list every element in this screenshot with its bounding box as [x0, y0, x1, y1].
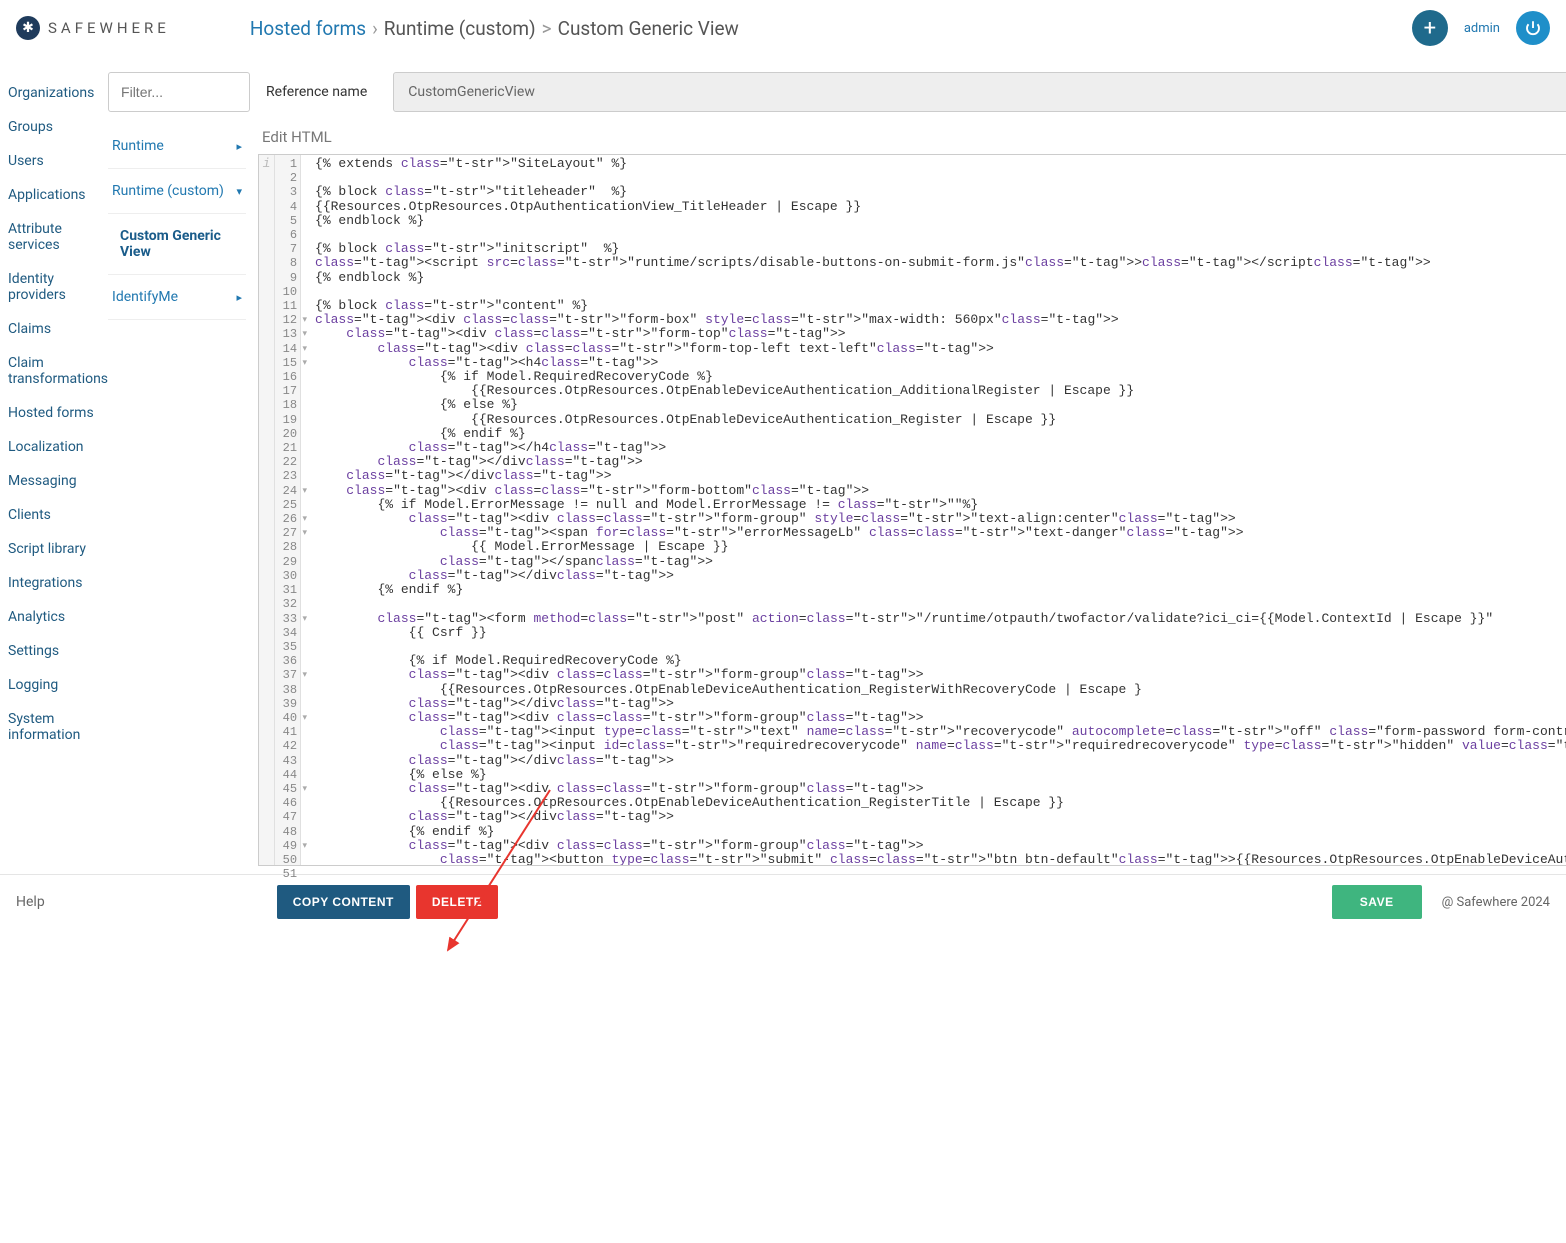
tree: Runtime ▸ Runtime (custom) ▾ Custom Generic …	[108, 124, 258, 866]
chevron-right-icon: ▸	[237, 140, 243, 153]
power-icon	[1524, 19, 1542, 37]
editor-pane: Edit HTML Preview on Computer i 12345678…	[258, 124, 1566, 866]
breadcrumb-leaf: Custom Generic View	[558, 17, 739, 40]
sidebar-item-integrations[interactable]: Integrations	[8, 566, 108, 600]
chevron-right-icon: ▸	[237, 291, 243, 304]
top-row: Reference name CustomGenericView	[108, 56, 1566, 124]
breadcrumb-root[interactable]: Hosted forms	[250, 17, 366, 40]
admin-label[interactable]: admin	[1464, 21, 1500, 36]
footer-buttons: COPY CONTENT DELETE	[277, 885, 498, 919]
tree-item-custom-generic-view[interactable]: Custom Generic View	[108, 214, 246, 275]
content: Reference name CustomGenericView Runtime…	[108, 56, 1566, 866]
tree-item-runtime-custom-[interactable]: Runtime (custom) ▾	[108, 169, 246, 214]
save-button[interactable]: SAVE	[1332, 885, 1422, 919]
tree-item-label: IdentifyMe	[112, 289, 178, 305]
copy-content-button[interactable]: COPY CONTENT	[277, 885, 410, 919]
code-area[interactable]: {% extends class="t-str">"SiteLayout" %}…	[301, 155, 1566, 865]
tree-item-label: Runtime	[112, 138, 164, 154]
breadcrumb-mid: Runtime (custom)	[384, 17, 536, 40]
logo: ✱ SAFEWHERE	[16, 16, 170, 40]
sidebar-item-applications[interactable]: Applications	[8, 178, 108, 212]
help-link[interactable]: Help	[16, 894, 45, 910]
sidebar-item-localization[interactable]: Localization	[8, 430, 108, 464]
sidebar-item-users[interactable]: Users	[8, 144, 108, 178]
breadcrumb: Hosted forms › Runtime (custom) > Custom…	[250, 17, 739, 40]
header: ✱ SAFEWHERE Hosted forms › Runtime (cust…	[0, 0, 1566, 56]
logo-text: SAFEWHERE	[48, 19, 170, 37]
main: OrganizationsGroupsUsersApplicationsAttr…	[0, 56, 1566, 866]
line-gutter: 1234567891011121314151617181920212223242…	[275, 155, 301, 865]
sidebar-item-analytics[interactable]: Analytics	[8, 600, 108, 634]
sidebar-item-attribute-services[interactable]: Attribute services	[8, 212, 108, 262]
sidebar: OrganizationsGroupsUsersApplicationsAttr…	[0, 56, 108, 866]
filter-input[interactable]	[108, 72, 250, 112]
reference-name-value: CustomGenericView	[393, 72, 1566, 112]
delete-button[interactable]: DELETE	[416, 885, 498, 919]
add-button[interactable]: +	[1412, 10, 1448, 46]
sidebar-item-claim-transformations[interactable]: Claim transformations	[8, 346, 108, 396]
sidebar-item-script-library[interactable]: Script library	[8, 532, 108, 566]
editor-header: Edit HTML Preview on Computer	[258, 124, 1566, 154]
header-right: + admin	[1412, 10, 1550, 46]
breadcrumb-sep-icon: ›	[372, 17, 378, 40]
tree-item-label: Custom Generic View	[120, 228, 242, 260]
sidebar-item-hosted-forms[interactable]: Hosted forms	[8, 396, 108, 430]
reference-name-label: Reference name	[266, 84, 367, 100]
footer: Help COPY CONTENT DELETE SAVE @ Safewher…	[0, 874, 1566, 929]
gutter-info-icon: i	[259, 155, 275, 865]
breadcrumb-sep-icon: >	[542, 17, 552, 40]
sidebar-item-system-information[interactable]: System information	[8, 702, 108, 752]
tree-item-identifyme[interactable]: IdentifyMe ▸	[108, 275, 246, 320]
sidebar-item-organizations[interactable]: Organizations	[8, 76, 108, 110]
sidebar-item-logging[interactable]: Logging	[8, 668, 108, 702]
tree-item-runtime[interactable]: Runtime ▸	[108, 124, 246, 169]
tree-and-editor: Runtime ▸ Runtime (custom) ▾ Custom Generic …	[108, 124, 1566, 866]
sidebar-item-groups[interactable]: Groups	[8, 110, 108, 144]
copyright: @ Safewhere 2024	[1442, 895, 1550, 910]
sidebar-item-settings[interactable]: Settings	[8, 634, 108, 668]
tree-item-label: Runtime (custom)	[112, 183, 224, 199]
sidebar-item-messaging[interactable]: Messaging	[8, 464, 108, 498]
plus-icon: +	[1424, 16, 1436, 41]
power-button[interactable]	[1516, 11, 1550, 45]
code-editor[interactable]: i 12345678910111213141516171819202122232…	[258, 154, 1566, 866]
logo-icon: ✱	[16, 16, 40, 40]
sidebar-item-claims[interactable]: Claims	[8, 312, 108, 346]
chevron-down-icon: ▾	[237, 185, 243, 198]
edit-html-label: Edit HTML	[262, 128, 332, 146]
sidebar-item-identity-providers[interactable]: Identity providers	[8, 262, 108, 312]
sidebar-item-clients[interactable]: Clients	[8, 498, 108, 532]
